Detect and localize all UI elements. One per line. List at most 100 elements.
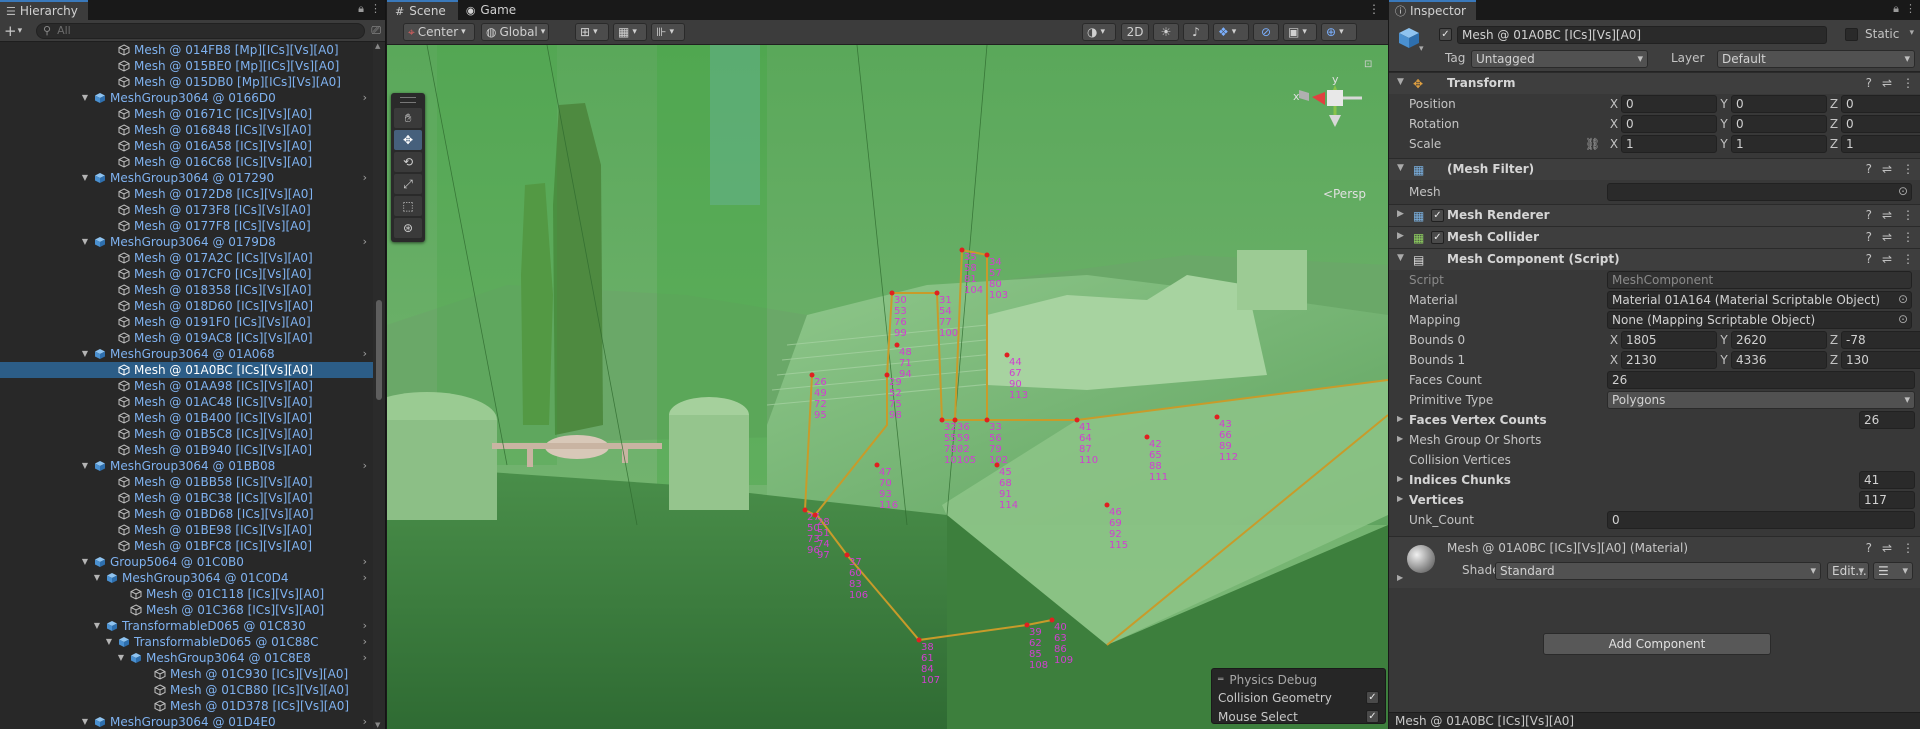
hand-tool[interactable]: ✋︎: [394, 108, 422, 128]
gizmo-lock-icon[interactable]: ⊡: [1364, 59, 1372, 70]
hierarchy-mesh-row[interactable]: Mesh @ 01BC38 [ICs][Vs][A0]: [0, 490, 373, 506]
add-component-button[interactable]: Add Component: [1543, 633, 1771, 655]
fold-arrow-icon[interactable]: ▼: [92, 618, 102, 634]
hierarchy-group-row[interactable]: ▼ MeshGroup3064 @ 01A068 ›: [0, 346, 373, 362]
bounds1-x-field[interactable]: 2130: [1621, 351, 1717, 369]
transform-header[interactable]: ▼ ✥ Transform ? ⇌ ⋮: [1389, 72, 1920, 94]
kebab-menu-icon[interactable]: ⋮: [370, 2, 381, 16]
rotate-tool[interactable]: ⟲: [394, 152, 422, 172]
hierarchy-group-row[interactable]: ▼ Group5064 @ 01C0B0 ›: [0, 554, 373, 570]
bounds1-z-field[interactable]: 130: [1841, 351, 1920, 369]
mesh-object-field[interactable]: [1607, 183, 1912, 201]
lighting-toggle[interactable]: ☀: [1153, 23, 1179, 41]
hierarchy-mesh-row[interactable]: Mesh @ 014FB8 [Mp][ICs][Vs][A0]: [0, 42, 373, 58]
help-icon[interactable]: ?: [1866, 541, 1872, 555]
pivot-rotation-dropdown[interactable]: ◍ Global ▾: [481, 23, 549, 41]
help-icon[interactable]: ?: [1866, 230, 1872, 244]
scene-viewport[interactable]: 26 27 28 29 30 31 32 33 34 35 36 37 38 39 40 41 42 43 44 45…: [387, 45, 1388, 729]
hierarchy-mesh-row[interactable]: Mesh @ 01D378 [ICs][Vs][A0]: [0, 698, 373, 714]
mouse-select-checkbox[interactable]: ✓: [1366, 710, 1379, 723]
fold-arrow-icon[interactable]: ▶: [1397, 434, 1403, 443]
hierarchy-mesh-row[interactable]: Mesh @ 01BE98 [ICs][Vs][A0]: [0, 522, 373, 538]
open-prefab-icon[interactable]: ›: [363, 618, 367, 634]
object-name-field[interactable]: Mesh @ 01A0BC [ICs][Vs][A0]: [1457, 26, 1827, 44]
fold-arrow-icon[interactable]: ▼: [1397, 77, 1404, 87]
fold-arrow-icon[interactable]: ▶: [1397, 209, 1404, 219]
collision-geometry-row[interactable]: Collision Geometry ✓: [1218, 688, 1379, 707]
hierarchy-mesh-row[interactable]: Mesh @ 01C118 [ICs][Vs][A0]: [0, 586, 373, 602]
hidden-objects-toggle[interactable]: ⊘: [1253, 23, 1279, 41]
hierarchy-group-row[interactable]: ▼ MeshGroup3064 @ 01C0D4 ›: [0, 570, 373, 586]
mesh-collider-header[interactable]: ▶ ▦ ✓ Mesh Collider ? ⇌ ⋮: [1389, 226, 1920, 248]
lock-icon[interactable]: 🔒︎: [1893, 2, 1899, 16]
fold-arrow-icon[interactable]: ▶: [1397, 474, 1403, 483]
static-checkbox[interactable]: [1845, 28, 1858, 41]
bounds0-z-field[interactable]: -78: [1841, 331, 1920, 349]
fold-arrow-icon[interactable]: ▼: [80, 234, 90, 250]
pivot-mode-dropdown[interactable]: ⌖ Center ▾: [403, 23, 475, 41]
shader-edit-button[interactable]: Edit...: [1827, 562, 1869, 580]
fold-arrow-icon[interactable]: ▼: [80, 458, 90, 474]
hierarchy-search[interactable]: ⚲: [36, 22, 366, 39]
hierarchy-group-row[interactable]: ▼ MeshGroup3064 @ 0166D0 ›: [0, 90, 373, 106]
hierarchy-mesh-row[interactable]: Mesh @ 01BFC8 [ICs][Vs][A0]: [0, 538, 373, 554]
scale-z-field[interactable]: 1: [1841, 135, 1920, 153]
kebab-menu-icon[interactable]: ⋮: [1902, 208, 1914, 222]
hierarchy-mesh-row[interactable]: Mesh @ 0173F8 [ICs][Vs][A0]: [0, 202, 373, 218]
fold-arrow-icon[interactable]: ▶: [1397, 231, 1404, 241]
lock-icon[interactable]: 🔒︎: [358, 2, 364, 16]
tab-scene[interactable]: # Scene: [387, 0, 458, 20]
audio-toggle[interactable]: ♪: [1183, 23, 1209, 41]
hierarchy-mesh-row[interactable]: Mesh @ 017A2C [ICs][Vs][A0]: [0, 250, 373, 266]
fold-arrow-icon[interactable]: ▼: [80, 346, 90, 362]
fold-arrow-icon[interactable]: ▼: [104, 634, 114, 650]
hierarchy-mesh-row[interactable]: Mesh @ 01B940 [ICs][Vs][A0]: [0, 442, 373, 458]
hierarchy-mesh-row[interactable]: Mesh @ 01B400 [ICs][Vs][A0]: [0, 410, 373, 426]
kebab-menu-icon[interactable]: ⋮: [1905, 2, 1916, 16]
hierarchy-mesh-row[interactable]: Mesh @ 01A0BC [ICs][Vs][A0]: [0, 362, 373, 378]
hierarchy-group-row[interactable]: ▼ MeshGroup3064 @ 01D4E0 ›: [0, 714, 373, 729]
hierarchy-mesh-row[interactable]: Mesh @ 01AC48 [ICs][Vs][A0]: [0, 394, 373, 410]
object-picker-icon[interactable]: ⊙: [1898, 312, 1908, 326]
layer-dropdown[interactable]: Default: [1717, 50, 1915, 68]
bounds1-y-field[interactable]: 4336: [1731, 351, 1827, 369]
help-icon[interactable]: ?: [1866, 252, 1872, 266]
open-prefab-icon[interactable]: ›: [363, 234, 367, 250]
mesh-collider-enabled-checkbox[interactable]: ✓: [1431, 231, 1444, 244]
view-2d-toggle[interactable]: 2D: [1121, 23, 1149, 41]
vertices-row[interactable]: ▶ Vertices 117: [1389, 490, 1920, 510]
primitive-type-dropdown[interactable]: Polygons: [1607, 391, 1915, 409]
faces-vertex-counts-row[interactable]: ▶ Faces Vertex Counts 26: [1389, 410, 1920, 430]
kebab-menu-icon[interactable]: ⋮: [1368, 2, 1380, 16]
hierarchy-mesh-row[interactable]: Mesh @ 016A58 [ICs][Vs][A0]: [0, 138, 373, 154]
open-prefab-icon[interactable]: ›: [363, 650, 367, 666]
fold-arrow-icon[interactable]: ▼: [80, 714, 90, 729]
physics-debug-title[interactable]: ═ Physics Debug: [1218, 672, 1379, 688]
fold-arrow-icon[interactable]: ▶: [1397, 573, 1403, 582]
gizmos-button[interactable]: ⊕ ▾: [1321, 23, 1357, 41]
hierarchy-scrollbar[interactable]: ▲ ▼: [373, 42, 385, 729]
bounds0-x-field[interactable]: 1805: [1621, 331, 1717, 349]
material-field[interactable]: Material 01A164 (Material Scriptable Obj…: [1607, 291, 1912, 309]
shader-dropdown[interactable]: Standard: [1495, 562, 1821, 580]
collision-geometry-checkbox[interactable]: ✓: [1366, 691, 1379, 704]
hierarchy-mesh-row[interactable]: Mesh @ 01C930 [ICs][Vs][A0]: [0, 666, 373, 682]
indices-chunks-size[interactable]: 41: [1859, 471, 1915, 489]
kebab-menu-icon[interactable]: ⋮: [1902, 76, 1914, 90]
fold-arrow-icon[interactable]: ▶: [1397, 414, 1403, 423]
help-icon[interactable]: ?: [1866, 76, 1872, 90]
object-picker-icon[interactable]: ⊙: [1898, 292, 1908, 306]
faces-count-field[interactable]: 26: [1607, 371, 1915, 389]
open-prefab-icon[interactable]: ›: [363, 554, 367, 570]
vertices-size[interactable]: 117: [1859, 491, 1915, 509]
hierarchy-mesh-row[interactable]: Mesh @ 0172D8 [ICs][Vs][A0]: [0, 186, 373, 202]
fold-arrow-icon[interactable]: ▼: [80, 554, 90, 570]
increment-snap-button[interactable]: ⊪ ▾: [651, 23, 685, 41]
preset-icon[interactable]: ⇌: [1882, 252, 1892, 266]
unk-count-field[interactable]: 0: [1607, 511, 1915, 529]
move-tool[interactable]: ✥: [394, 130, 422, 150]
open-prefab-icon[interactable]: ›: [363, 458, 367, 474]
tag-dropdown[interactable]: Untagged: [1471, 50, 1648, 68]
hierarchy-scroll-thumb[interactable]: [376, 300, 382, 400]
mesh-group-or-shorts-row[interactable]: ▶ Mesh Group Or Shorts: [1389, 430, 1920, 450]
